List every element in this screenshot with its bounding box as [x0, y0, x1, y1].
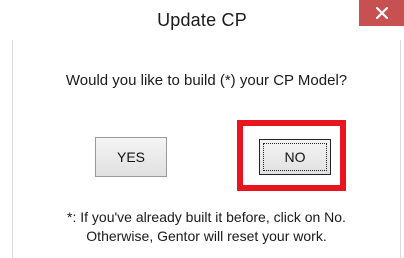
yes-button[interactable]: YES: [95, 137, 167, 177]
dialog-title: Update CP: [157, 10, 247, 30]
footnote-line-1: *: If you've already built it before, cl…: [67, 209, 346, 225]
update-cp-dialog: Update CP Would you like to build (*) yo…: [0, 0, 404, 258]
footnote-line-2: Otherwise, Gentor will reset your work.: [86, 228, 327, 244]
footnote: *: If you've already built it before, cl…: [13, 208, 400, 246]
dialog-frame-right: [400, 40, 401, 258]
prompt-message: Would you like to build (*) your CP Mode…: [65, 72, 348, 89]
no-button-label: NO: [284, 149, 306, 165]
no-button[interactable]: NO: [259, 139, 331, 175]
close-icon: [375, 7, 388, 19]
yes-button-label: YES: [116, 149, 145, 165]
title-bar: Update CP: [0, 0, 404, 40]
close-button[interactable]: [359, 0, 404, 26]
